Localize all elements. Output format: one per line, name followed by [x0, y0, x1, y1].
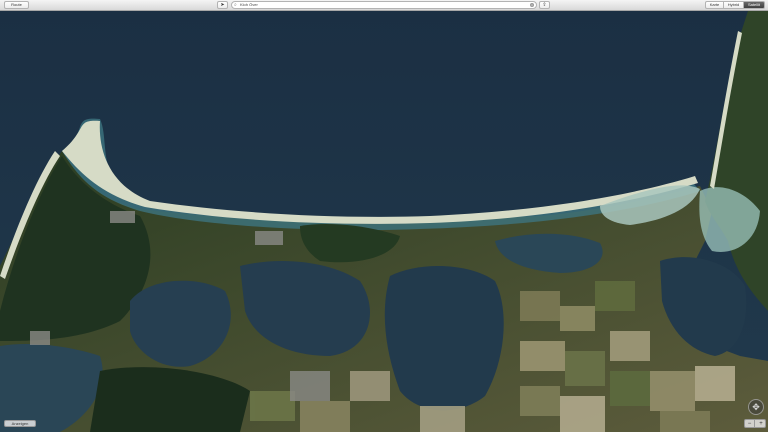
maps-window: Route ➤ ⌕ Kloh Över × ⇧ Karte Hybrid Sat… [0, 0, 768, 432]
clear-search-icon[interactable]: × [530, 3, 534, 7]
route-button[interactable]: Route [4, 1, 29, 9]
location-arrow-icon: ➤ [220, 2, 225, 8]
zoom-control[interactable]: − + [744, 419, 766, 428]
toolbar: Route ➤ ⌕ Kloh Över × ⇧ Karte Hybrid Sat… [0, 0, 768, 11]
zoom-in-button[interactable]: + [756, 420, 766, 428]
search-input[interactable]: Kloh Över [240, 2, 258, 8]
view-satellite-button[interactable]: Satellit [744, 1, 765, 9]
zoom-out-button[interactable]: − [745, 420, 755, 428]
legend-button[interactable]: Anzeigen [4, 420, 36, 427]
share-button[interactable]: ⇧ [539, 1, 550, 9]
view-map-button[interactable]: Karte [705, 1, 724, 9]
lagoon-big [384, 265, 504, 411]
compass-icon[interactable]: ✥ [748, 399, 764, 415]
satellite-imagery[interactable] [0, 11, 768, 432]
search-icon: ⌕ [234, 2, 237, 8]
location-button[interactable]: ➤ [217, 1, 228, 9]
search-field[interactable]: ⌕ Kloh Över × [231, 1, 537, 9]
satellite-map[interactable]: Anzeigen ✥ − + [0, 11, 768, 432]
view-hybrid-button[interactable]: Hybrid [724, 1, 744, 9]
share-icon: ⇧ [542, 2, 547, 8]
